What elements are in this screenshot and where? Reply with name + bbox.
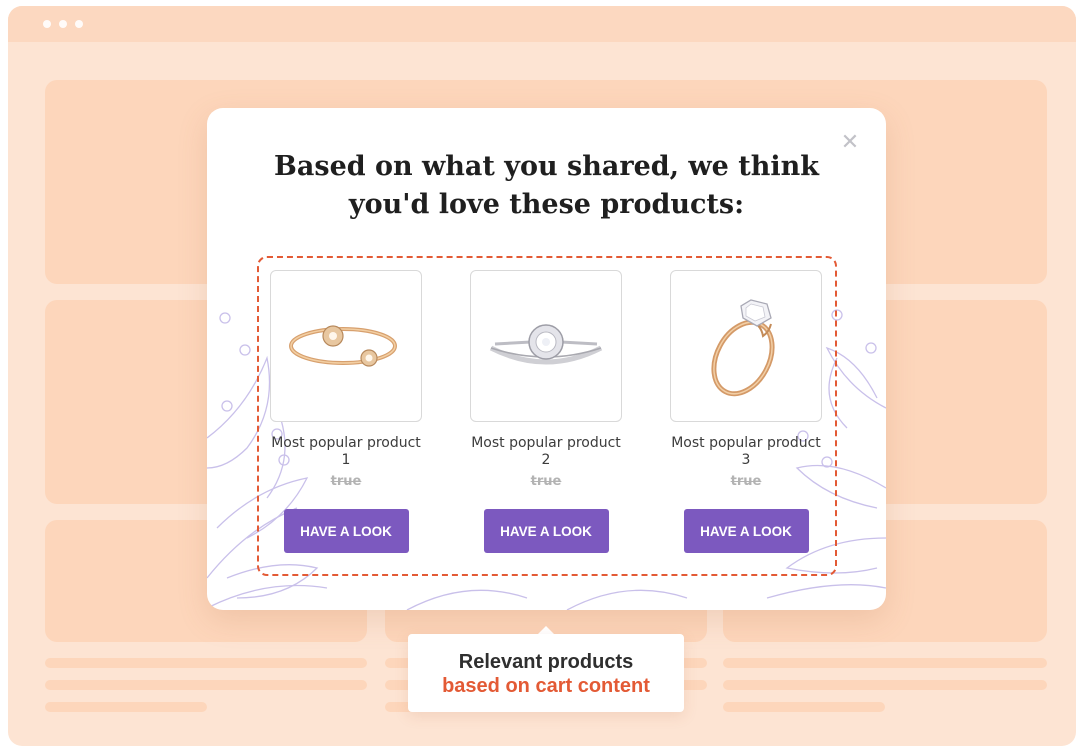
solitaire-ring-icon xyxy=(711,299,775,397)
halo-ring-icon xyxy=(489,324,603,365)
product-price: true xyxy=(530,474,562,489)
window-dot xyxy=(59,20,67,28)
open-ring-icon xyxy=(289,325,397,367)
placeholder-line xyxy=(45,680,367,690)
product-price: true xyxy=(330,474,362,489)
product-card-1: Most popular product 1 true HAVE A LOOK xyxy=(270,270,422,553)
callout-subtitle: based on cart content xyxy=(442,675,650,697)
popup-headline: Based on what you shared, we think you'd… xyxy=(274,151,819,220)
callout-title: Relevant products xyxy=(458,651,634,673)
window-dot xyxy=(75,20,83,28)
placeholder-line xyxy=(45,658,367,668)
product-price: true xyxy=(730,474,762,489)
product-image-2[interactable] xyxy=(470,270,622,422)
product-card-3: Most popular product 3 true HAVE A LOOK xyxy=(670,270,822,553)
product-name: Most popular product 2 xyxy=(471,435,621,468)
placeholder-line xyxy=(723,702,885,712)
product-image-1[interactable] xyxy=(270,270,422,422)
annotation-callout: Relevant products based on cart content xyxy=(408,634,684,712)
have-a-look-button[interactable]: HAVE A LOOK xyxy=(483,509,609,553)
have-a-look-button[interactable]: HAVE A LOOK xyxy=(283,509,409,553)
placeholder-line xyxy=(723,658,1047,668)
product-card-2: Most popular product 2 true HAVE A LOOK xyxy=(470,270,622,553)
product-name: Most popular product 1 xyxy=(271,435,421,468)
placeholder-line xyxy=(45,702,207,712)
have-a-look-button[interactable]: HAVE A LOOK xyxy=(683,509,809,553)
product-recommendation-popup: ✕ Based on what you shared, we think you… xyxy=(207,108,886,610)
product-name: Most popular product 3 xyxy=(671,435,821,468)
window-dot xyxy=(43,20,51,28)
placeholder-line xyxy=(723,680,1047,690)
browser-title-bar xyxy=(8,6,1076,42)
product-image-3[interactable] xyxy=(670,270,822,422)
